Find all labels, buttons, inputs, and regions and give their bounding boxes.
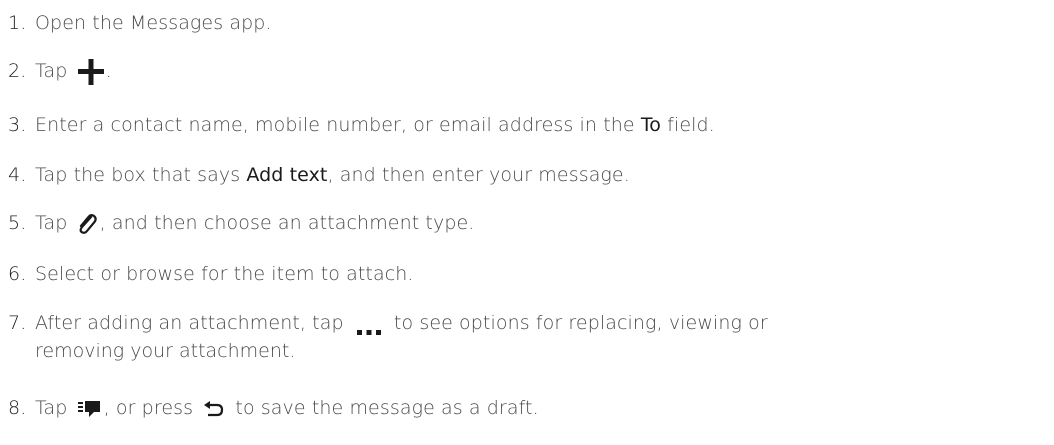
step-text-end: , and then choose an attachment type. xyxy=(99,212,475,234)
step-number: 7. xyxy=(8,312,27,334)
step-number: 6. xyxy=(8,263,27,285)
to-field-label: To xyxy=(640,114,662,136)
step-text: Tap the box that says xyxy=(35,164,241,186)
plus-icon xyxy=(76,58,106,86)
step-text: Tap xyxy=(35,397,68,419)
step-7-continuation: removing your attachment. xyxy=(35,340,296,362)
step-text-end: , and then enter your message. xyxy=(327,164,630,186)
step-number: 2. xyxy=(8,60,27,82)
step-text: Enter a contact name, mobile number, or … xyxy=(35,114,635,136)
step-number: 8. xyxy=(8,397,27,419)
step-number: 5. xyxy=(8,212,27,234)
step-6: 6. Select or browse for the item to attac… xyxy=(8,260,1054,288)
step-3: 3. Enter a contact name, mobile number, o… xyxy=(8,111,1054,139)
step-text-end: to see options for replacing, viewing or xyxy=(393,312,768,334)
step-text: Tap xyxy=(35,60,68,82)
step-number: 3. xyxy=(8,114,27,136)
step-text: Select or browse for the item to attach. xyxy=(35,263,414,285)
step-4: 4. Tap the box that says Add text, and th… xyxy=(8,161,1054,189)
more-icon xyxy=(354,318,384,335)
step-2: 2. Tap . xyxy=(8,57,1054,86)
send-icon xyxy=(76,398,102,420)
step-text: Open the Messages app. xyxy=(35,12,272,34)
step-7: 7. After adding an attachment, tap to see… xyxy=(8,309,1054,337)
paperclip-icon xyxy=(76,212,98,236)
step-text: After adding an attachment, tap xyxy=(35,312,344,334)
step-text-end: . xyxy=(105,60,112,82)
back-icon xyxy=(203,398,225,420)
step-8: 8. Tap , or press to save the message as … xyxy=(8,394,1054,422)
step-text: Tap xyxy=(35,212,68,234)
add-text-label: Add text xyxy=(246,164,328,186)
step-5: 5. Tap , and then choose an attachment ty… xyxy=(8,209,1054,237)
step-1: 1. Open the Messages app. xyxy=(8,9,1054,37)
step-number: 1. xyxy=(8,12,27,34)
step-text-end: to save the message as a draft. xyxy=(235,397,539,419)
step-text-end: field. xyxy=(667,114,715,136)
step-number: 4. xyxy=(8,164,27,186)
step-text-mid: , or press xyxy=(103,397,194,419)
